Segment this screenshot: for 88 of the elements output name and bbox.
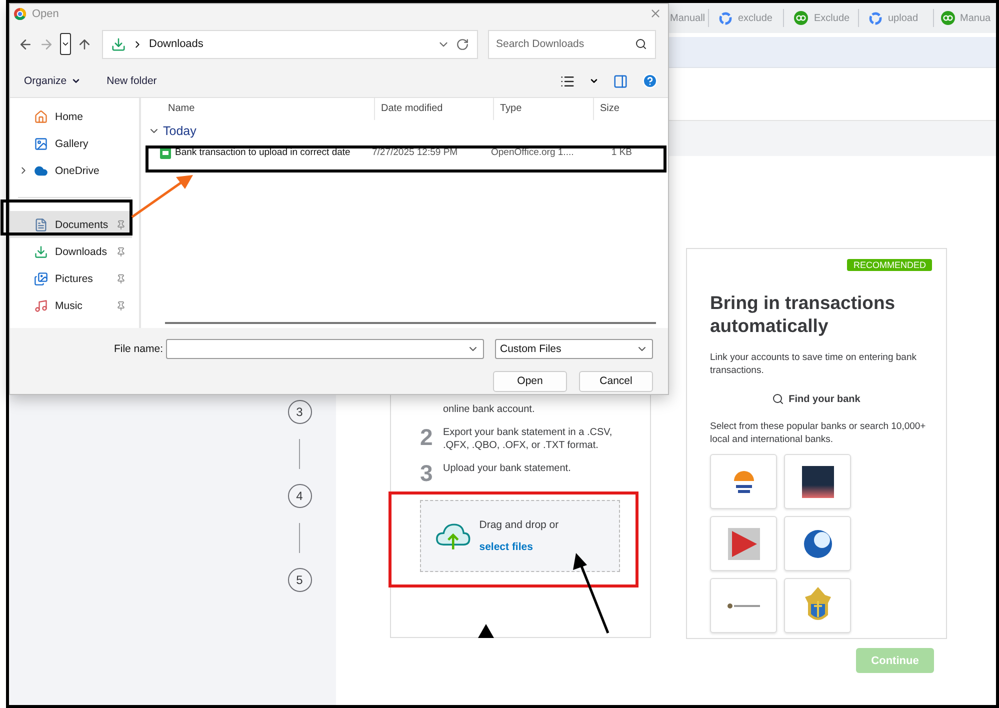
select-files-link[interactable]: select files [479,541,533,553]
cloud-upload-icon [435,521,472,551]
bank-tile[interactable] [784,578,851,633]
file-size: 1 KB [610,146,633,158]
address-bar[interactable]: Downloads [102,30,478,58]
refresh-icon[interactable] [456,38,469,50]
triangle-marker [478,624,494,638]
nav-item[interactable]: Home [10,103,132,130]
view-list-icon[interactable] [560,74,575,88]
instruction-text: online bank account. [443,403,535,416]
music-icon [34,298,48,312]
step-digit: 3 [420,462,434,484]
file-date: 7/27/2025 12:59 PM [371,146,459,158]
help-icon[interactable] [642,73,658,89]
search-icon [635,38,647,50]
caret-icon[interactable] [589,76,599,86]
bank-tile[interactable] [784,516,851,571]
column-header[interactable]: Name [162,98,374,120]
document-icon [34,218,48,232]
search-icon [772,393,784,405]
nav-item[interactable]: OneDrive [10,157,132,184]
drop-zone[interactable]: Drag and drop or select files [420,500,620,572]
caret-icon [70,76,81,86]
file-name-label: File name: [112,342,163,354]
nav-item[interactable]: Gallery [10,130,132,157]
google-icon [719,12,732,24]
bank-tile[interactable] [710,578,777,633]
column-header[interactable]: Type [493,98,593,120]
popular-banks-text: Select from these popular banks or search 10,000+ local and international banks. [710,420,927,446]
file-type: OpenOffice.org 1.... [490,146,575,158]
up-icon[interactable] [77,36,92,52]
pictures-icon [34,272,48,286]
pin-icon [116,246,126,256]
google-icon [869,12,882,24]
history-dropdown[interactable] [60,33,71,55]
seal-logo-icon [726,602,760,608]
step-connector [299,523,300,553]
file-row[interactable]: Bank transaction to upload in correct date 7/27/2025 12:59 PM OpenOffice.org 1.... 1 KB [154,142,668,162]
bank-tile[interactable] [710,454,777,509]
organize-button[interactable]: Organize [18,73,87,89]
column-header[interactable]: Date modified [374,98,493,120]
browser-logo-icon [14,8,26,20]
bank-square-logo-icon [802,466,834,498]
gallery-icon [34,136,48,150]
home-icon [34,110,48,124]
dialog-button[interactable]: Open [493,370,567,392]
search-field[interactable]: Search Downloads [488,30,656,58]
card-description: Link your accounts to save time on entering bank transactions. [710,351,918,377]
instruction-text: Export your bank statement in a .CSV, .QFX, .QBO, .OFX, or .TXT format. [443,426,614,452]
file-name-field[interactable] [166,338,484,358]
nav-item[interactable]: Music [10,292,132,319]
step-number: 4 [288,484,312,508]
download-icon [34,244,48,258]
step-digit: 2 [420,426,434,448]
preview-pane-icon[interactable] [613,74,628,88]
qb-logo-icon [941,11,955,25]
download-icon [111,36,126,52]
scrollbar[interactable] [165,322,656,324]
bank-tile[interactable] [710,516,777,571]
nav-item[interactable]: Downloads [10,238,132,265]
file-type-select[interactable]: Custom Files [495,338,653,358]
pin-icon [116,300,126,310]
close-icon[interactable] [649,7,662,20]
recommended-badge: RECOMMENDED [847,259,932,271]
group-header[interactable]: Today [141,120,668,142]
bank-tile[interactable] [784,454,851,509]
pin-icon [116,274,126,284]
pin-icon [116,220,126,230]
card-title: Bring in transactions automatically [710,291,896,337]
step-number: 3 [288,400,312,424]
new-folder-button[interactable]: New folder [100,73,163,89]
file-name: Bank transaction to upload in correct date [175,146,350,158]
find-bank-button[interactable]: Find your bank [770,391,862,407]
pointer-arrow [131,175,193,218]
play-logo-icon [728,528,760,560]
step-connector [299,439,300,469]
qb-logo-icon [794,11,808,25]
step-number: 5 [288,568,312,592]
dialog-title: Open [32,8,60,20]
cloud-icon [34,164,48,178]
instruction-text: Upload your bank statement. [443,462,571,475]
address-path: Downloads [149,38,204,50]
dialog-button[interactable]: Cancel [579,370,653,392]
drop-zone-text: Drag and drop or select files [479,518,560,555]
back-icon[interactable] [18,36,33,52]
column-header[interactable]: Size [593,98,650,120]
nav-item[interactable]: Pictures [10,265,132,292]
globe-logo-icon [802,528,832,558]
